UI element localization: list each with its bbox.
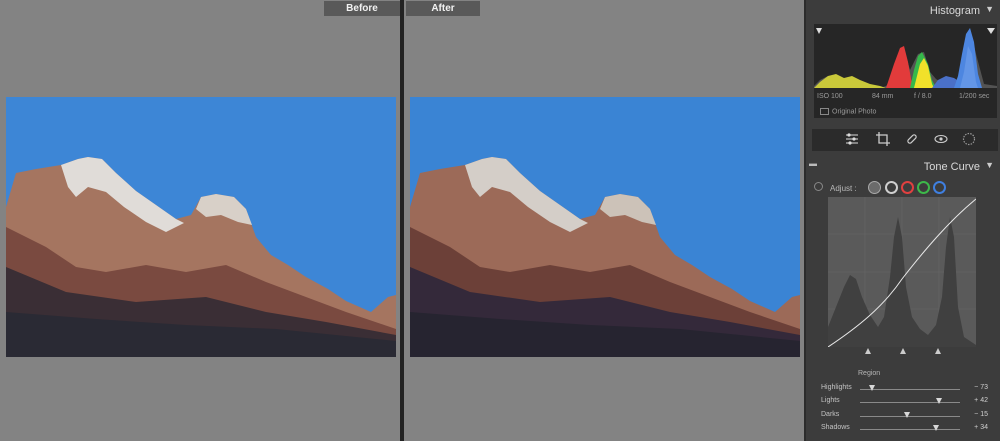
shutter-speed: 1/200 sec [959, 93, 990, 100]
original-photo-label: Original Photo [832, 108, 877, 116]
redeye-icon[interactable] [933, 132, 949, 148]
parametric-curve-icon[interactable] [868, 181, 881, 194]
slider-label: Darks [821, 411, 840, 418]
slider-track[interactable] [860, 402, 960, 403]
mask-icon[interactable] [961, 132, 977, 148]
panel-handle-icon[interactable]: ▬ [809, 159, 817, 168]
slider-value[interactable]: + 34 [974, 424, 988, 431]
tone-curve-graph[interactable] [827, 197, 977, 348]
highlight-clip-icon[interactable] [987, 28, 995, 34]
develop-panel: Histogram ▼ ISO 100 84 mm f / 8.0 1/200 … [806, 0, 1000, 441]
slider-thumb[interactable] [936, 398, 942, 404]
slider-value[interactable]: − 15 [974, 411, 988, 418]
slider-thumb[interactable] [904, 412, 910, 418]
iso-value: ISO 100 [817, 93, 843, 100]
after-pane[interactable]: After [404, 0, 804, 441]
adjust-label: Adjust : [830, 184, 857, 193]
rgb-channel-icon[interactable] [885, 181, 898, 194]
original-photo-checkbox[interactable] [820, 108, 829, 115]
shadow-clip-icon[interactable] [816, 28, 822, 34]
tool-strip [812, 129, 998, 151]
slider-row-highlights[interactable]: Highlights − 73 [806, 382, 1000, 395]
slider-row-darks[interactable]: Darks − 15 [806, 409, 1000, 422]
after-photo [410, 97, 800, 357]
sliders-icon[interactable] [844, 132, 860, 148]
target-adjust-icon[interactable] [814, 182, 823, 191]
region-label: Region [858, 370, 881, 377]
slider-thumb[interactable] [869, 385, 875, 391]
slider-track[interactable] [860, 429, 960, 430]
histogram: ISO 100 84 mm f / 8.0 1/200 sec Original… [814, 24, 997, 118]
focal-length: 84 mm [872, 93, 894, 100]
red-channel-icon[interactable] [901, 181, 914, 194]
slider-thumb[interactable] [933, 425, 939, 431]
before-photo [6, 97, 396, 357]
collapse-triangle-icon[interactable]: ▼ [985, 160, 994, 170]
slider-value[interactable]: − 73 [974, 384, 988, 391]
green-channel-icon[interactable] [917, 181, 930, 194]
crop-icon[interactable] [875, 132, 891, 148]
slider-row-shadows[interactable]: Shadows + 34 [806, 422, 1000, 435]
before-pane[interactable]: Before [0, 0, 400, 441]
slider-value[interactable]: + 42 [974, 397, 988, 404]
after-label: After [406, 1, 480, 16]
shadow-split-handle[interactable] [865, 348, 871, 354]
original-photo-toggle[interactable]: Original Photo [820, 108, 876, 115]
aperture: f / 8.0 [914, 93, 932, 100]
heal-icon[interactable] [904, 132, 920, 148]
slider-label: Highlights [821, 384, 852, 391]
histogram-header[interactable]: Histogram ▼ [806, 0, 1000, 22]
tone-curve-header[interactable]: ▬ Tone Curve ▼ [806, 156, 1000, 178]
midtone-split-handle[interactable] [900, 348, 906, 354]
highlight-split-handle[interactable] [935, 348, 941, 354]
collapse-triangle-icon[interactable]: ▼ [985, 4, 994, 14]
histogram-title: Histogram [929, 5, 980, 17]
before-label: Before [324, 1, 400, 16]
slider-track[interactable] [860, 389, 960, 390]
slider-label: Lights [821, 397, 840, 404]
blue-channel-icon[interactable] [933, 181, 946, 194]
slider-row-lights[interactable]: Lights + 42 [806, 395, 1000, 408]
slider-label: Shadows [821, 424, 850, 431]
slider-track[interactable] [860, 416, 960, 417]
tone-curve-title: Tone Curve [923, 161, 980, 173]
